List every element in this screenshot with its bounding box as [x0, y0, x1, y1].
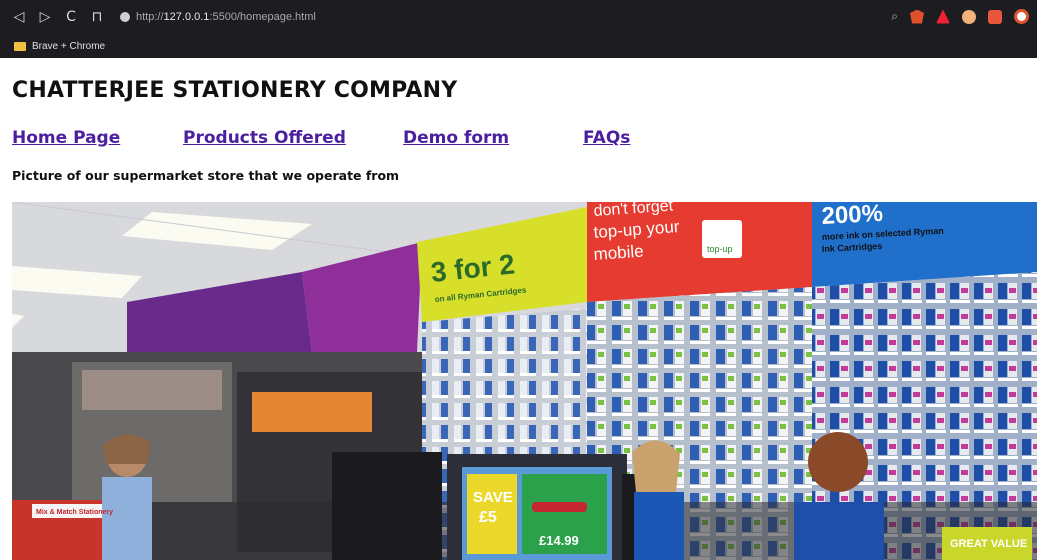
reload-icon[interactable]: C: [60, 9, 82, 25]
browser-chrome: ◁ ▷ C ⊓ http://127.0.0.1:5500/homepage.h…: [0, 0, 1037, 58]
extension-icons: ⌕: [891, 9, 1029, 24]
sign-save: SAVE: [473, 489, 513, 506]
sign-great-value: GREAT VALUE: [950, 538, 1027, 550]
bookmark-folder[interactable]: Brave + Chrome: [32, 41, 105, 52]
extension-icon[interactable]: [962, 9, 976, 24]
nav-link-home[interactable]: Home Page: [12, 128, 120, 148]
sign-save-amount: £5: [479, 509, 497, 526]
address-bar[interactable]: http://127.0.0.1:5500/homepage.html: [120, 11, 316, 23]
brave-rewards-icon[interactable]: [936, 9, 950, 24]
nav-link-products[interactable]: Products Offered: [183, 128, 346, 148]
sign-topup-badge: top-up: [707, 244, 733, 254]
sign-200-percent: 200%: [821, 202, 884, 230]
bookmarks-bar: Brave + Chrome: [0, 34, 1037, 58]
forward-icon[interactable]: ▷: [34, 9, 56, 25]
extension-icon[interactable]: [988, 9, 1002, 24]
sign-price: £14.99: [539, 533, 579, 548]
zoom-icon[interactable]: ⌕: [891, 9, 898, 24]
url-text[interactable]: http://127.0.0.1:5500/homepage.html: [136, 11, 316, 23]
photo-caption: Picture of our supermarket store that we…: [12, 168, 400, 183]
profile-icon[interactable]: [1014, 9, 1029, 24]
sign-mix-match: Mix & Match Stationery: [36, 509, 113, 516]
store-photo: 3 for 2 on all Ryman Cartridges don't fo…: [12, 202, 1037, 560]
nav-link-faqs[interactable]: FAQs: [583, 128, 630, 148]
browser-toolbar: ◁ ▷ C ⊓ http://127.0.0.1:5500/homepage.h…: [0, 0, 1037, 34]
bookmark-icon[interactable]: ⊓: [86, 9, 108, 25]
page-title: CHATTERJEE STATIONERY COMPANY: [12, 78, 458, 103]
back-icon[interactable]: ◁: [8, 9, 30, 25]
sign-topup-3: mobile: [593, 242, 644, 264]
nav-link-demo-form[interactable]: Demo form: [403, 128, 509, 148]
folder-icon: [14, 41, 26, 51]
brave-shields-icon[interactable]: [910, 9, 924, 24]
site-info-icon[interactable]: [120, 12, 130, 22]
